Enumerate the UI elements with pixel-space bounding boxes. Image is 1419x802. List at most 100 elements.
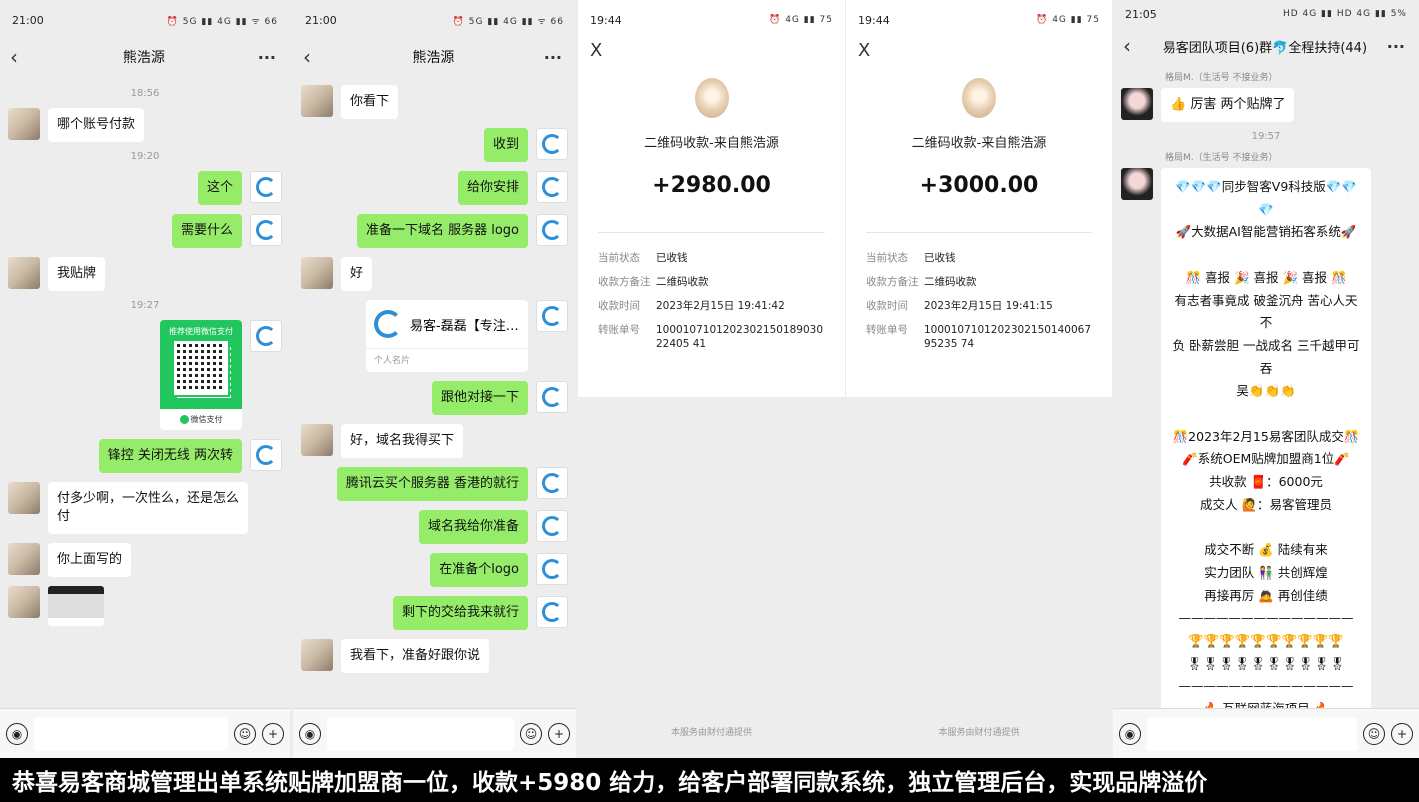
announcement-line: 成交人 🙋：易客管理员 (1199, 496, 1333, 512)
more-icon[interactable]: ··· (544, 48, 562, 67)
avatar[interactable] (8, 586, 40, 618)
message-bubble[interactable]: 需要什么 (171, 214, 242, 248)
image-message[interactable] (48, 586, 104, 626)
avatar[interactable] (8, 543, 40, 575)
avatar[interactable] (536, 596, 568, 628)
detail-key: 收款方备注 (598, 276, 651, 288)
emoji-icon[interactable]: ☺ (520, 722, 542, 745)
payment-qr-card[interactable]: 推荐使用微信支付 微信支付 (160, 320, 242, 430)
message-input[interactable] (34, 716, 228, 751)
more-icon[interactable]: ··· (258, 48, 276, 67)
voice-icon[interactable]: ◉ (299, 722, 321, 745)
avatar[interactable] (8, 257, 40, 289)
avatar[interactable] (536, 300, 568, 332)
plus-icon[interactable]: + (1391, 722, 1413, 745)
plus-icon[interactable]: + (262, 722, 284, 745)
avatar[interactable] (536, 214, 568, 246)
avatar[interactable] (301, 85, 333, 117)
footer-note: 本服务由财付通提供 (670, 728, 752, 738)
message-bubble[interactable]: 我贴牌 (48, 257, 106, 291)
message-bubble[interactable]: 收到 (483, 128, 528, 162)
sender-name: 格局M.（生活号 不接业务） (1165, 73, 1278, 83)
message-row: 👍 厉害 两个贴牌了 (1121, 88, 1411, 122)
avatar[interactable] (536, 128, 568, 160)
back-icon[interactable]: ‹ (303, 45, 323, 69)
detail-value: 2023年2月15日 19:41:15 (924, 300, 1053, 312)
detail-key: 收款方备注 (866, 276, 919, 288)
announcement-line: 再接再厉 🙇 再创佳绩 (1204, 587, 1328, 603)
message-bubble[interactable]: 准备一下域名 服务器 logo (356, 214, 528, 248)
avatar[interactable] (8, 108, 40, 140)
avatar[interactable] (250, 214, 282, 246)
input-bar: ◉ ☺ + (0, 708, 290, 758)
avatar[interactable] (301, 257, 333, 289)
message-bubble[interactable]: 锋控 关闭无线 两次转 (98, 439, 242, 473)
message-bubble[interactable]: 这个 (197, 171, 242, 205)
announcement-line: —————————————— (1178, 610, 1354, 626)
status-time: 21:05 (1125, 7, 1157, 21)
message-bubble[interactable]: 付多少啊，一次性么，还是怎么付 (48, 482, 248, 534)
receipt-card: 19:44 ⏰ 4G ▮▮ 75 X 二维码收款-来自熊浩源 +2980.00 … (578, 0, 845, 397)
message-row: 准备一下域名 服务器 logo (301, 214, 568, 248)
message-bubble[interactable]: 你看下 (341, 85, 399, 119)
avatar[interactable] (301, 639, 333, 671)
back-icon[interactable]: ‹ (1123, 34, 1143, 58)
avatar[interactable] (250, 439, 282, 471)
avatar[interactable] (301, 424, 333, 456)
qr-pattern (177, 344, 231, 398)
status-icons: HD 4G ▮▮ HD 4G ▮▮ 5% (1282, 9, 1407, 19)
message-list: 18:56 哪个账号付款 19:20 这个 需要什么 我贴牌 19:27 推荐使用微信支付 微信… (0, 74, 290, 641)
message-input[interactable] (1147, 716, 1357, 751)
close-icon[interactable]: X (578, 40, 845, 70)
receipt-panel-1: 19:44 ⏰ 4G ▮▮ 75 X 二维码收款-来自熊浩源 +2980.00 … (578, 0, 845, 758)
message-bubble[interactable]: 域名我给你准备 (418, 510, 528, 544)
detail-value: 二维码收款 (924, 276, 977, 288)
avatar[interactable] (536, 553, 568, 585)
message-bubble[interactable]: 哪个账号付款 (48, 108, 145, 142)
status-time: 19:44 (858, 13, 890, 27)
status-bar: 21:00 ⏰ 5G ▮▮ 4G ▮▮ ᯤ 66 (293, 0, 576, 40)
avatar[interactable] (536, 467, 568, 499)
voice-icon[interactable]: ◉ (1119, 722, 1141, 745)
more-icon[interactable]: ··· (1387, 37, 1405, 56)
avatar[interactable] (250, 320, 282, 352)
emoji-icon[interactable]: ☺ (234, 722, 256, 745)
receipt-panel-2: 19:44 ⏰ 4G ▮▮ 75 X 二维码收款-来自熊浩源 +3000.00 … (846, 0, 1112, 758)
message-bubble[interactable]: 在准备个logo (430, 553, 528, 587)
message-input[interactable] (327, 716, 514, 751)
contact-card[interactable]: 易客-磊磊【专注… 个人名片 (366, 300, 528, 372)
message-bubble[interactable]: 👍 厉害 两个贴牌了 (1161, 88, 1295, 122)
contact-card-main: 易客-磊磊【专注… (366, 300, 528, 349)
check-icon (179, 415, 189, 424)
message-row: 推荐使用微信支付 微信支付 (8, 320, 282, 430)
avatar[interactable] (536, 171, 568, 203)
avatar[interactable] (1121, 168, 1153, 200)
message-bubble[interactable]: 好 (341, 257, 373, 291)
avatar[interactable] (536, 510, 568, 542)
message-bubble[interactable]: 给你安排 (457, 171, 528, 205)
receipt-card: 19:44 ⏰ 4G ▮▮ 75 X 二维码收款-来自熊浩源 +3000.00 … (846, 0, 1112, 397)
close-icon[interactable]: X (846, 40, 1112, 70)
back-icon[interactable]: ‹ (10, 45, 30, 69)
message-row: 哪个账号付款 (8, 108, 282, 142)
voice-icon[interactable]: ◉ (6, 722, 28, 745)
announcement-line: 成交不断 💰 陆续有来 (1204, 542, 1328, 558)
message-bubble[interactable]: 你上面写的 (48, 543, 132, 577)
message-row: 我看下，准备好跟你说 (301, 639, 568, 673)
avatar[interactable] (250, 171, 282, 203)
avatar[interactable] (536, 381, 568, 413)
announcement-bubble[interactable]: 💎💎💎同步智客V9科技版💎💎💎 🚀大数据AI智能营销拓客系统🚀 🎊 喜报 🎉 喜报… (1161, 168, 1371, 758)
message-bubble[interactable]: 剩下的交给我来就行 (392, 596, 528, 630)
message-row: 锋控 关闭无线 两次转 (8, 439, 282, 473)
message-bubble[interactable]: 好，域名我得买下 (341, 424, 464, 458)
message-row: 在准备个logo (301, 553, 568, 587)
plus-icon[interactable]: + (548, 722, 570, 745)
message-bubble[interactable]: 腾讯云买个服务器 香港的就行 (336, 467, 528, 501)
chat-header: ‹ 熊浩源 ··· (0, 40, 290, 74)
avatar[interactable] (8, 482, 40, 514)
message-bubble[interactable]: 我看下，准备好跟你说 (341, 639, 490, 673)
emoji-icon[interactable]: ☺ (1363, 722, 1385, 745)
announcement-line: —————————————— (1178, 678, 1354, 694)
message-bubble[interactable]: 跟他对接一下 (431, 381, 528, 415)
avatar[interactable] (1121, 88, 1153, 120)
